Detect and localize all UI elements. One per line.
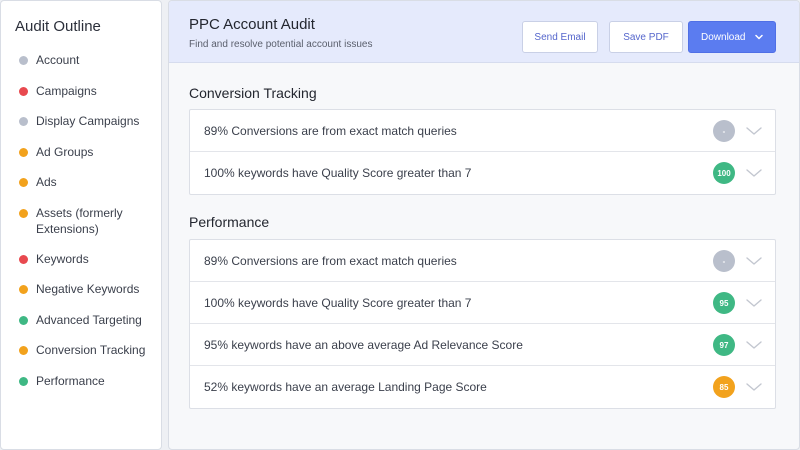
status-dot-icon	[19, 315, 28, 325]
sidebar-item-ad-groups[interactable]: Ad Groups	[1, 144, 161, 175]
audit-outline-sidebar: Audit Outline Account Campaigns Display …	[0, 0, 162, 450]
sidebar-item-campaigns[interactable]: Campaigns	[1, 83, 161, 114]
status-dot-icon	[19, 178, 28, 187]
audit-row-text: 89% Conversions are from exact match que…	[204, 123, 457, 138]
save-pdf-label: Save PDF	[623, 31, 669, 43]
status-dot-icon	[19, 285, 28, 294]
sidebar-title: Audit Outline	[15, 18, 101, 35]
performance-card: 89% Conversions are from exact match que…	[189, 239, 776, 409]
sidebar-item-negative-keywords[interactable]: Negative Keywords	[1, 281, 161, 312]
chevron-down-icon	[753, 31, 765, 46]
sidebar-item-advanced-targeting[interactable]: Advanced Targeting	[1, 312, 161, 343]
score-badge: 97	[713, 334, 735, 356]
sidebar-item-performance[interactable]: Performance	[1, 373, 161, 404]
status-dot-icon	[19, 254, 28, 264]
send-email-button[interactable]: Send Email	[522, 21, 598, 53]
sidebar-item-assets[interactable]: Assets (formerly Extensions)	[1, 205, 161, 251]
sidebar-item-label: Performance	[36, 373, 105, 388]
score-badge: -	[713, 250, 735, 272]
sidebar-item-label: Display Campaigns	[36, 114, 140, 128]
status-dot-icon	[19, 376, 28, 386]
page-header: PPC Account Audit Find and resolve poten…	[169, 1, 799, 63]
audit-row-text: 52% keywords have an average Landing Pag…	[204, 380, 487, 394]
chevron-down-icon[interactable]	[745, 337, 763, 353]
page-title: PPC Account Audit	[189, 16, 315, 33]
sidebar-item-label: Advanced Targeting	[36, 312, 142, 327]
status-dot-icon	[19, 56, 28, 65]
chevron-down-icon[interactable]	[745, 379, 763, 395]
sidebar-item-ads[interactable]: Ads	[1, 174, 161, 205]
chevron-down-icon[interactable]	[745, 165, 763, 181]
score-badge: 85	[713, 376, 735, 398]
score-badge: 95	[713, 292, 735, 314]
sidebar-item-label: Keywords	[36, 251, 89, 266]
sidebar-item-display-campaigns[interactable]: Display Campaigns	[1, 113, 161, 144]
sidebar-item-label: Assets (formerly Extensions)	[36, 205, 123, 236]
audit-row: 52% keywords have an average Landing Pag…	[190, 366, 775, 408]
sidebar-item-keywords[interactable]: Keywords	[1, 251, 161, 282]
sidebar-item-account[interactable]: Account	[1, 52, 161, 83]
status-dot-icon	[19, 117, 28, 126]
status-dot-icon	[19, 147, 28, 157]
audit-row: 100% keywords have Quality Score greater…	[190, 282, 775, 324]
audit-row: 89% Conversions are from exact match que…	[190, 110, 775, 152]
chevron-down-icon[interactable]	[745, 295, 763, 311]
audit-main-panel: PPC Account Audit Find and resolve poten…	[168, 0, 800, 450]
section-title-conversion-tracking: Conversion Tracking	[189, 85, 317, 101]
page-subtitle: Find and resolve potential account issue…	[189, 39, 373, 50]
sidebar-item-label: Account	[36, 53, 80, 67]
section-title-performance: Performance	[189, 214, 270, 230]
audit-row-text: 100% keywords have Quality Score greater…	[204, 295, 472, 310]
sidebar-item-label: Negative Keywords	[36, 282, 140, 296]
audit-row: 100% keywords have Quality Score greater…	[190, 152, 775, 194]
status-dot-icon	[19, 86, 28, 96]
audit-row: 95% keywords have an above average Ad Re…	[190, 324, 775, 366]
send-email-label: Send Email	[534, 31, 586, 43]
audit-row-text: 89% Conversions are from exact match que…	[204, 253, 457, 268]
audit-row-text: 100% keywords have Quality Score greater…	[204, 166, 472, 180]
audit-row: 89% Conversions are from exact match que…	[190, 240, 775, 282]
score-badge: -	[713, 120, 735, 142]
status-dot-icon	[19, 346, 28, 355]
chevron-down-icon[interactable]	[745, 253, 763, 269]
sidebar-item-label: Campaigns	[36, 83, 97, 98]
sidebar-item-label: Ads	[36, 175, 57, 189]
score-badge: 100	[713, 162, 735, 184]
sidebar-item-label: Ad Groups	[36, 144, 94, 159]
sidebar-item-conversion-tracking[interactable]: Conversion Tracking	[1, 342, 161, 373]
download-label: Download	[701, 31, 746, 43]
sidebar-item-label: Conversion Tracking	[36, 343, 146, 357]
chevron-down-icon[interactable]	[745, 123, 763, 139]
save-pdf-button[interactable]: Save PDF	[609, 21, 683, 53]
download-button[interactable]: Download	[688, 21, 776, 53]
audit-row-text: 95% keywords have an above average Ad Re…	[204, 337, 523, 352]
sidebar-nav: Account Campaigns Display Campaigns Ad G…	[1, 52, 161, 403]
conversion-tracking-card: 89% Conversions are from exact match que…	[189, 109, 776, 195]
status-dot-icon	[19, 208, 28, 218]
